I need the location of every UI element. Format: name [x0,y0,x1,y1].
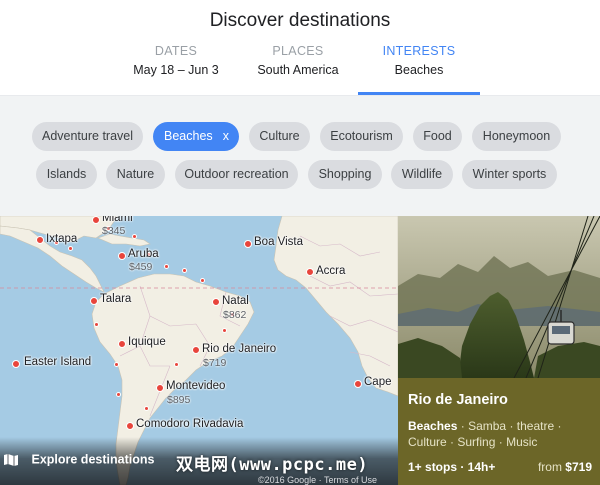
pin-small[interactable] [116,392,121,397]
chip-honeymoon[interactable]: Honeymoon [472,122,561,151]
city-label-accra: Accra [316,265,346,277]
tag-surfing: Surfing [457,435,496,449]
city-label-natal: Natal [222,295,249,307]
map-icon [4,453,18,466]
city-label-montevideo: Montevideo [166,380,226,392]
tag-separator: · [460,419,465,433]
map-copyright: ©2016 Google · Terms of Use [258,475,378,485]
explore-destinations-label: Explore destinations [31,452,155,467]
flight-price: from $719 [538,460,592,474]
pin-small[interactable] [68,246,73,251]
price-value: $719 [565,460,592,474]
pin-boa-vista[interactable] [244,240,252,248]
chip-ecotourism[interactable]: Ecotourism [320,122,403,151]
tab-dates-value: May 18 – Jun 3 [133,63,219,77]
chip-wildlife[interactable]: Wildlife [391,160,453,189]
chip-culture[interactable]: Culture [249,122,310,151]
pin-cape[interactable] [354,380,362,388]
pin-natal[interactable] [212,298,220,306]
pin-miami[interactable] [92,216,100,224]
chip-food[interactable]: Food [413,122,462,151]
pin-talara[interactable] [90,297,98,305]
chip-islands[interactable]: Islands [36,160,97,189]
pin-aruba[interactable] [118,252,126,260]
page-title: Discover destinations [209,10,391,31]
destination-city: Rio de Janeiro [408,392,508,408]
interest-chips: Adventure travel Beaches x Culture Ecoto… [0,96,600,216]
site-watermark: 双电网(www.pcpc.me) [176,455,369,475]
tab-bar: DATES May 18 – Jun 3 PLACES South Americ… [0,38,600,95]
chip-remove-icon[interactable]: x [223,122,229,151]
chip-nature[interactable]: Nature [106,160,165,189]
city-label-rio-de-janeiro: Rio de Janeiro [202,343,277,355]
tab-interests[interactable]: INTERESTS Beaches [358,38,480,95]
flight-stops-duration: 1+ stops · 14h+ [408,460,496,474]
price-label-aruba: $459 [129,261,153,273]
tab-dates[interactable]: DATES May 18 – Jun 3 [118,38,234,95]
city-label-easter-island: Easter Island [24,356,92,368]
city-label-miami: Miami [102,216,133,224]
pin-iquique[interactable] [118,340,126,348]
pin-comodoro-rivadavia[interactable] [126,422,134,430]
price-label-montevideo: $895 [167,394,191,406]
tag-separator: · [509,419,514,433]
pin-small[interactable] [200,278,205,283]
destination-card-info: Rio de Janeiro Beaches · Samba · theatre… [398,378,600,485]
pin-rio-de-janeiro[interactable] [192,346,200,354]
pin-small[interactable] [94,322,99,327]
pin-small[interactable] [222,328,227,333]
tag-culture: Culture [408,435,447,449]
pin-small[interactable] [144,406,149,411]
chip-beaches-label: Beaches [164,129,213,143]
price-label-miami: $345 [102,225,126,237]
city-label-cape: Cape [364,376,392,388]
tab-dates-label: DATES [154,44,198,58]
pin-easter-island[interactable] [12,360,20,368]
pin-accra[interactable] [306,268,314,276]
tag-beaches: Beaches [408,419,458,433]
tab-places-value: South America [257,63,339,77]
price-label-rio-de-janeiro: $719 [203,357,227,369]
chip-adventure-travel[interactable]: Adventure travel [32,122,143,151]
destination-card-rio[interactable]: Rio de Janeiro Beaches · Samba · theatre… [398,216,600,485]
destinations-map[interactable]: Miami $345 Ixtapa Aruba $459 Boa Vista A… [0,216,398,485]
chip-winter-sports[interactable]: Winter sports [462,160,557,189]
city-label-aruba: Aruba [128,248,159,260]
price-prefix: from [537,460,562,474]
tab-interests-label: INTERESTS [382,44,456,58]
tag-music: Music [506,435,538,449]
tag-separator: · [450,435,455,449]
tag-theatre: theatre [516,419,555,433]
tab-places-label: PLACES [272,44,324,58]
tab-places[interactable]: PLACES South America [238,38,358,95]
pin-montevideo[interactable] [156,384,164,392]
city-label-ixtapa: Ixtapa [46,233,78,245]
explore-destinations-link[interactable]: Explore destinations [4,452,154,470]
city-label-boa-vista: Boa Vista [254,236,304,248]
price-label-natal: $862 [223,309,247,321]
pin-small[interactable] [182,268,187,273]
chip-shopping[interactable]: Shopping [308,160,382,189]
pin-small[interactable] [114,362,119,367]
pin-small[interactable] [132,234,137,239]
city-label-talara: Talara [100,293,132,305]
tag-separator: · [498,435,503,449]
city-label-comodoro-rivadavia: Comodoro Rivadavia [136,418,244,430]
tab-interests-value: Beaches [394,63,444,77]
city-label-iquique: Iquique [128,336,166,348]
chip-outdoor-recreation[interactable]: Outdoor recreation [175,160,298,189]
destination-photo [398,216,600,378]
chip-beaches[interactable]: Beaches x [153,122,239,151]
pin-ixtapa[interactable] [36,236,44,244]
pin-small[interactable] [164,264,169,269]
tag-separator: · [557,419,562,433]
destination-tags: Beaches · Samba · theatre · Culture · Su… [408,418,596,450]
tag-samba: Samba [468,419,507,433]
pin-small[interactable] [174,362,179,367]
